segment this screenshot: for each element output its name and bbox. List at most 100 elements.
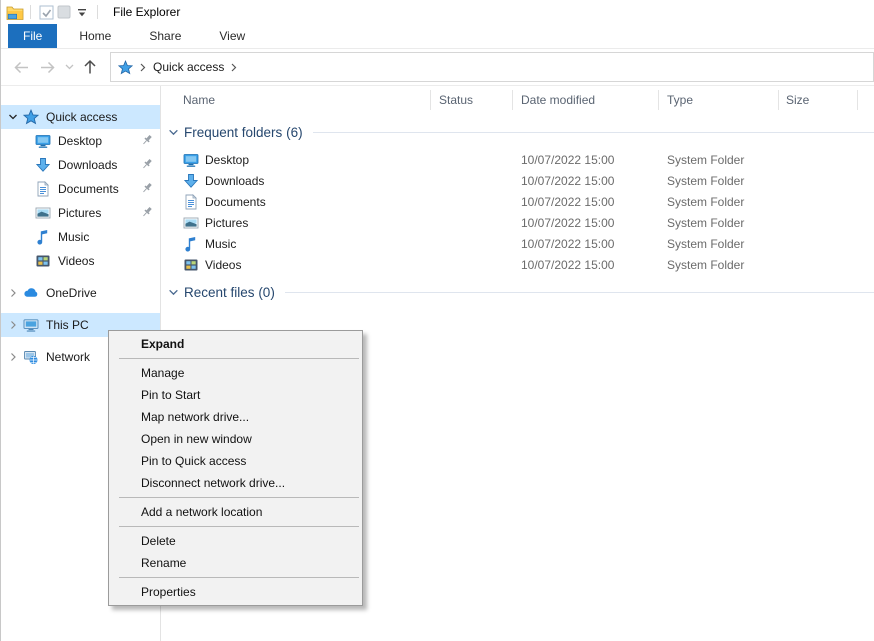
row-type: System Folder: [667, 195, 744, 209]
sidebar-item-onedrive[interactable]: OneDrive: [1, 281, 160, 305]
sidebar-item-label: Downloads: [58, 158, 117, 172]
qat-properties-checkmark-icon[interactable]: [37, 3, 55, 21]
sidebar-item-quick-access[interactable]: Quick access: [1, 105, 160, 129]
chevron-right-icon[interactable]: [8, 352, 23, 362]
address-bar[interactable]: Quick access: [110, 52, 874, 82]
tab-home[interactable]: Home: [63, 24, 127, 48]
column-header-type[interactable]: Type: [667, 93, 693, 107]
frequent-folders-list: Desktop 10/07/2022 15:00 System Folder D…: [161, 150, 874, 276]
titlebar-separator: [30, 5, 31, 19]
forward-icon[interactable]: [39, 61, 56, 74]
sidebar-item-label: Quick access: [46, 110, 117, 124]
breadcrumb-chevron-icon[interactable]: [140, 63, 146, 72]
menu-item-properties[interactable]: Properties: [109, 581, 362, 603]
column-header-status[interactable]: Status: [439, 93, 473, 107]
column-header-name[interactable]: Name: [183, 93, 215, 107]
menu-item-rename[interactable]: Rename: [109, 552, 362, 574]
music-icon: [35, 229, 51, 245]
group-header-frequent-folders[interactable]: Frequent folders (6): [161, 124, 874, 141]
column-divider[interactable]: [512, 90, 513, 110]
this-pc-icon: [23, 317, 39, 333]
table-row[interactable]: Documents 10/07/2022 15:00 System Folder: [161, 192, 874, 213]
column-divider[interactable]: [778, 90, 779, 110]
back-icon[interactable]: [13, 61, 30, 74]
sidebar-item-label: Network: [46, 350, 90, 364]
menu-item-manage[interactable]: Manage: [109, 362, 362, 384]
menu-separator: [119, 526, 359, 527]
chevron-right-icon[interactable]: [8, 288, 23, 298]
column-header-size[interactable]: Size: [786, 93, 809, 107]
tab-view[interactable]: View: [203, 24, 261, 48]
documents-icon: [183, 194, 199, 210]
row-type: System Folder: [667, 153, 744, 167]
titlebar: File Explorer: [1, 0, 874, 24]
group-header-recent-files[interactable]: Recent files (0): [161, 284, 874, 301]
recent-locations-chevron-icon[interactable]: [65, 64, 74, 70]
table-row[interactable]: Music 10/07/2022 15:00 System Folder: [161, 234, 874, 255]
row-name: Documents: [205, 195, 266, 209]
menu-item-delete[interactable]: Delete: [109, 530, 362, 552]
sidebar-item-documents[interactable]: Documents: [1, 177, 160, 201]
qat-new-folder-icon[interactable]: [55, 3, 73, 21]
chevron-right-icon[interactable]: [8, 320, 23, 330]
context-menu-this-pc: Expand Manage Pin to Start Map network d…: [108, 330, 363, 606]
row-date-modified: 10/07/2022 15:00: [521, 195, 614, 209]
column-divider[interactable]: [430, 90, 431, 110]
chevron-down-icon[interactable]: [8, 112, 23, 122]
menu-item-expand[interactable]: Expand: [109, 333, 362, 355]
sidebar-item-label: Documents: [58, 182, 119, 196]
group-count: (0): [258, 285, 275, 300]
onedrive-icon: [23, 285, 39, 301]
sidebar-item-pictures[interactable]: Pictures: [1, 201, 160, 225]
menu-item-pin-to-quick-access[interactable]: Pin to Quick access: [109, 450, 362, 472]
documents-icon: [35, 181, 51, 197]
table-row[interactable]: Videos 10/07/2022 15:00 System Folder: [161, 255, 874, 276]
sidebar-item-label: OneDrive: [46, 286, 97, 300]
pin-icon: [140, 157, 154, 171]
music-icon: [183, 236, 199, 252]
sidebar-item-label: Pictures: [58, 206, 101, 220]
table-row[interactable]: Desktop 10/07/2022 15:00 System Folder: [161, 150, 874, 171]
group-label: Frequent folders: [184, 125, 282, 140]
titlebar-separator: [97, 5, 98, 19]
network-icon: [23, 349, 39, 365]
pictures-icon: [35, 205, 51, 221]
row-name: Desktop: [205, 153, 249, 167]
sidebar-item-videos[interactable]: Videos: [1, 249, 160, 273]
column-divider[interactable]: [658, 90, 659, 110]
table-row[interactable]: Downloads 10/07/2022 15:00 System Folder: [161, 171, 874, 192]
menu-item-add-a-network-location[interactable]: Add a network location: [109, 501, 362, 523]
tab-share[interactable]: Share: [133, 24, 197, 48]
breadcrumb-root[interactable]: Quick access: [153, 60, 224, 74]
group-header-line: [285, 292, 874, 293]
pin-icon: [140, 181, 154, 195]
sidebar-item-label: Videos: [58, 254, 94, 268]
column-divider[interactable]: [857, 90, 858, 110]
row-date-modified: 10/07/2022 15:00: [521, 237, 614, 251]
table-row[interactable]: Pictures 10/07/2022 15:00 System Folder: [161, 213, 874, 234]
videos-icon: [35, 253, 51, 269]
pictures-icon: [183, 215, 199, 231]
menu-item-open-in-new-window[interactable]: Open in new window: [109, 428, 362, 450]
sidebar-item-desktop[interactable]: Desktop: [1, 129, 160, 153]
sidebar-item-downloads[interactable]: Downloads: [1, 153, 160, 177]
row-type: System Folder: [667, 237, 744, 251]
address-row: Quick access: [1, 49, 874, 86]
chevron-down-icon[interactable]: [168, 287, 179, 298]
row-name: Pictures: [205, 216, 248, 230]
breadcrumb-chevron-icon[interactable]: [231, 63, 237, 72]
up-icon[interactable]: [83, 59, 97, 75]
downloads-icon: [183, 173, 199, 189]
qat-customize-dropdown-icon[interactable]: [73, 3, 91, 21]
sidebar-item-label: Desktop: [58, 134, 102, 148]
menu-item-map-network-drive[interactable]: Map network drive...: [109, 406, 362, 428]
menu-item-pin-to-start[interactable]: Pin to Start: [109, 384, 362, 406]
chevron-down-icon[interactable]: [168, 127, 179, 138]
downloads-icon: [35, 157, 51, 173]
desktop-icon: [183, 152, 199, 168]
menu-item-disconnect-network-drive[interactable]: Disconnect network drive...: [109, 472, 362, 494]
sidebar-item-music[interactable]: Music: [1, 225, 160, 249]
tab-file[interactable]: File: [8, 24, 57, 48]
menu-separator: [119, 497, 359, 498]
column-header-date-modified[interactable]: Date modified: [521, 93, 595, 107]
